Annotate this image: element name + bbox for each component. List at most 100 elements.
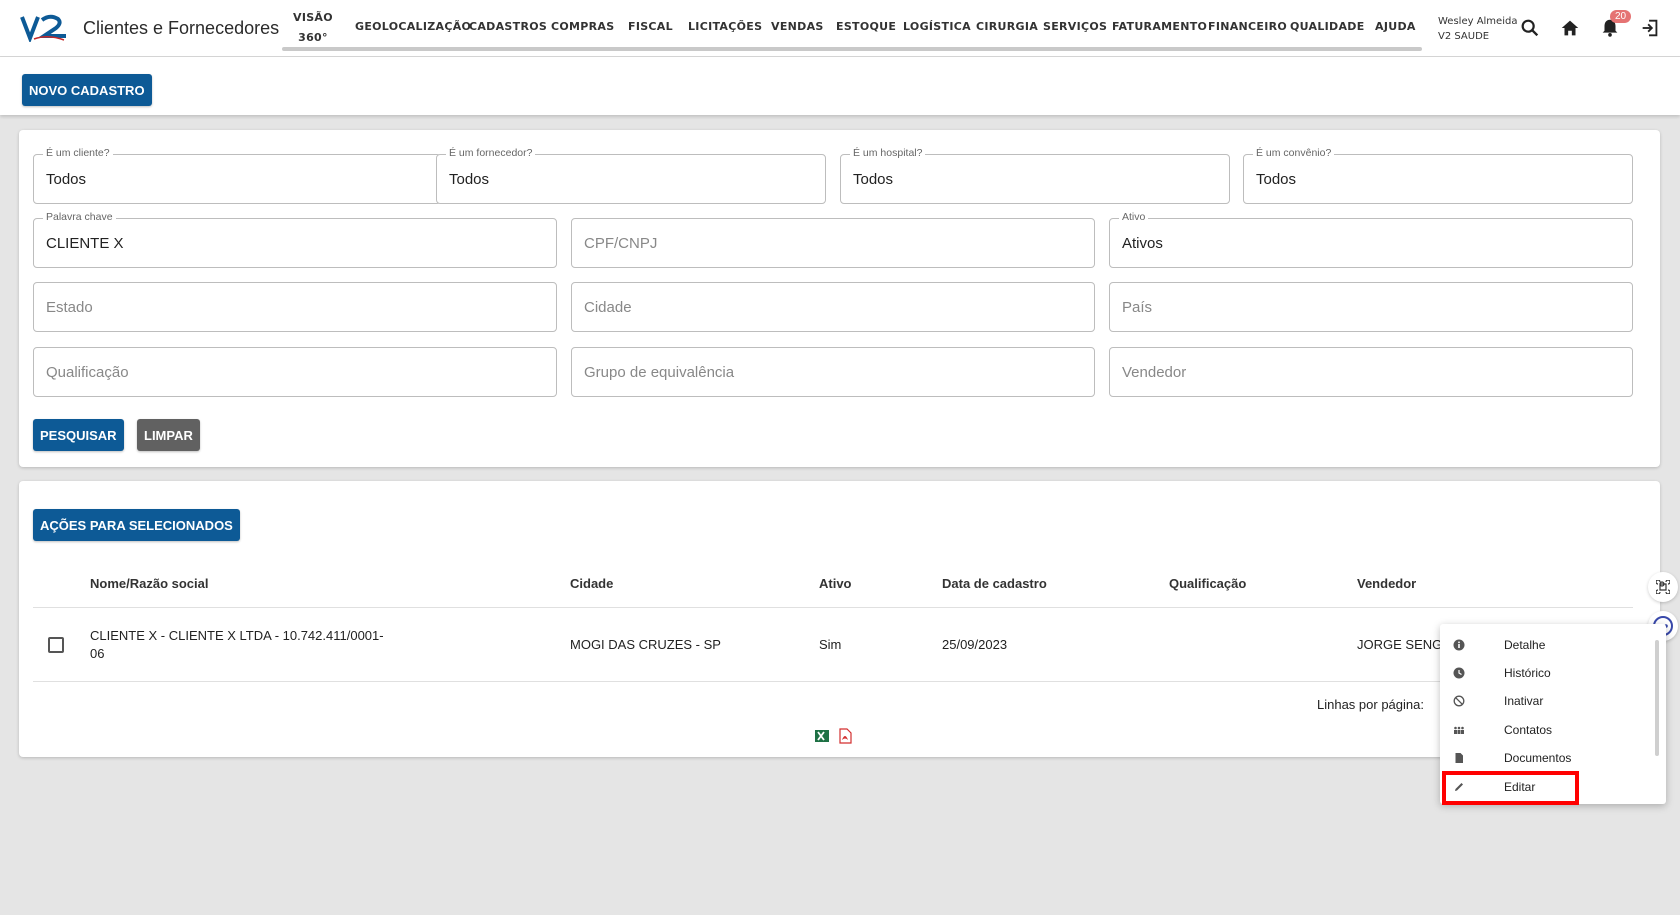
- home-icon[interactable]: [1559, 17, 1581, 39]
- cell-name-line2: 06: [90, 646, 105, 661]
- menu-item-cadastros[interactable]: CADASTROS: [469, 20, 547, 33]
- menu-item-qualidade[interactable]: QUALIDADE: [1290, 20, 1365, 33]
- menu-item-contatos[interactable]: Contatos: [1440, 717, 1650, 743]
- logout-icon[interactable]: [1639, 17, 1661, 39]
- field-placeholder: Grupo de equivalência: [584, 364, 735, 381]
- field-value: Todos: [1256, 171, 1297, 188]
- is-supplier-select[interactable]: É um fornecedor? Todos: [436, 147, 826, 204]
- column-header-city[interactable]: Cidade: [570, 576, 613, 591]
- country-input[interactable]: País: [1109, 282, 1633, 332]
- cpf-cnpj-input[interactable]: CPF/CNPJ: [571, 218, 1095, 268]
- field-value: CLIENTE X: [46, 235, 124, 252]
- menu-item-label: Documentos: [1504, 751, 1572, 765]
- app-title: Clientes e Fornecedores: [83, 18, 280, 38]
- shortcut-button[interactable]: [1648, 572, 1678, 602]
- cell-city: MOGI DAS CRUZES - SP: [570, 637, 721, 652]
- is-hospital-select[interactable]: É um hospital? Todos: [840, 147, 1230, 204]
- city-input[interactable]: Cidade: [571, 282, 1095, 332]
- row-checkbox[interactable]: [48, 637, 64, 653]
- pdf-export-icon[interactable]: [837, 728, 853, 744]
- qualification-input[interactable]: Qualificação: [33, 347, 557, 397]
- menu-item-documentos[interactable]: Documentos: [1440, 745, 1650, 771]
- menu-item-cirurgia[interactable]: CIRURGIA: [976, 20, 1038, 33]
- cell-name-line1: CLIENTE X - CLIENTE X LTDA - 10.742.411/…: [90, 628, 384, 643]
- excel-export-icon[interactable]: [814, 728, 830, 744]
- field-label: É um fornecedor?: [446, 147, 536, 159]
- user-name: Wesley Almeida: [1438, 16, 1518, 27]
- menu-item-inativar[interactable]: Inativar: [1440, 688, 1650, 714]
- menu-item-logistica[interactable]: LOGÍSTICA: [903, 20, 971, 33]
- document-icon: [1455, 753, 1463, 763]
- menu-item-servicos[interactable]: SERVIÇOS: [1043, 20, 1107, 33]
- menu-item-financeiro[interactable]: FINANCEIRO: [1208, 20, 1287, 33]
- menu-item-licitacoes[interactable]: LICITAÇÕES: [688, 20, 762, 33]
- cell-date: 25/09/2023: [942, 637, 1008, 652]
- field-value: Ativos: [1122, 235, 1163, 252]
- field-placeholder: País: [1122, 299, 1153, 316]
- menu-item-label: Histórico: [1504, 666, 1551, 680]
- menu-item-historico[interactable]: Histórico: [1440, 660, 1650, 686]
- clear-button[interactable]: LIMPAR: [137, 419, 200, 451]
- cell-seller: JORGE SENGE: [1357, 637, 1451, 652]
- menu-item-vendas[interactable]: VENDAS: [771, 20, 824, 33]
- column-header-seller[interactable]: Vendedor: [1357, 576, 1416, 591]
- field-placeholder: Cidade: [584, 299, 632, 316]
- rows-per-page-label: Linhas por página:: [1317, 697, 1424, 712]
- notification-badge[interactable]: 20: [1610, 10, 1632, 23]
- field-value: Todos: [449, 171, 490, 188]
- field-label: Ativo: [1119, 211, 1149, 223]
- block-icon: [1453, 695, 1465, 707]
- menu-scrollbar[interactable]: [282, 47, 1422, 51]
- filter-card: É um cliente? Todos É um fornecedor? Tod…: [19, 130, 1660, 467]
- menu-item-estoque[interactable]: ESTOQUE: [836, 20, 896, 33]
- search-button[interactable]: PESQUISAR: [33, 419, 124, 451]
- column-header-qualification[interactable]: Qualificação: [1169, 576, 1246, 591]
- menu-item-visao-360[interactable]: VISÃO 360°: [293, 8, 333, 48]
- context-menu-scrollbar[interactable]: [1655, 640, 1659, 756]
- is-client-select[interactable]: É um cliente? Todos: [33, 147, 441, 204]
- info-icon: [1453, 639, 1465, 651]
- search-icon[interactable]: [1519, 17, 1541, 39]
- results-card: [19, 481, 1660, 757]
- keyword-input[interactable]: Palavra chave CLIENTE X: [33, 211, 557, 268]
- field-placeholder: Estado: [46, 299, 93, 316]
- command-icon: [1656, 580, 1670, 594]
- active-select[interactable]: Ativo Ativos: [1109, 211, 1633, 268]
- seller-input[interactable]: Vendedor: [1109, 347, 1633, 397]
- menu-item-label: Inativar: [1504, 694, 1544, 708]
- user-company: V2 SAUDE: [1438, 31, 1490, 42]
- menu-item-label: Detalhe: [1504, 638, 1546, 652]
- field-value: Todos: [46, 171, 87, 188]
- row-divider: [33, 681, 1633, 682]
- cell-active: Sim: [819, 637, 842, 652]
- edit-highlight-box: [1442, 771, 1579, 805]
- menu-item-fiscal[interactable]: FISCAL: [628, 20, 673, 33]
- field-placeholder: Qualificação: [46, 364, 129, 381]
- field-value: Todos: [853, 171, 894, 188]
- user-info[interactable]: Wesley Almeida V2 SAUDE: [1438, 14, 1517, 44]
- menu-item-geolocalizacao[interactable]: GEOLOCALIZAÇÃO: [355, 20, 471, 33]
- state-input[interactable]: Estado: [33, 282, 557, 332]
- field-placeholder: Vendedor: [1122, 364, 1187, 381]
- clock-icon: [1453, 667, 1465, 679]
- column-header-active[interactable]: Ativo: [819, 576, 852, 591]
- new-record-button[interactable]: NOVO CADASTRO: [22, 74, 152, 106]
- header-divider: [33, 607, 1633, 608]
- field-label: É um hospital?: [850, 147, 926, 159]
- main-menu: VISÃO 360° GEOLOCALIZAÇÃO CADASTROS COMP…: [282, 0, 1422, 50]
- is-insurance-select[interactable]: É um convênio? Todos: [1243, 147, 1633, 204]
- v2-logo[interactable]: [20, 14, 68, 42]
- action-bar: NOVO CADASTRO: [0, 57, 1680, 115]
- column-header-date[interactable]: Data de cadastro: [942, 576, 1047, 591]
- menu-item-faturamento[interactable]: FATURAMENTO: [1112, 20, 1207, 33]
- menu-item-detalhe[interactable]: Detalhe: [1440, 632, 1650, 658]
- menu-item-ajuda[interactable]: AJUDA: [1375, 20, 1416, 33]
- field-placeholder: CPF/CNPJ: [584, 235, 658, 252]
- equivalence-group-input[interactable]: Grupo de equivalência: [571, 347, 1095, 397]
- field-label: É um cliente?: [43, 147, 113, 159]
- menu-item-compras[interactable]: COMPRAS: [551, 20, 614, 33]
- column-header-name[interactable]: Nome/Razão social: [90, 576, 209, 591]
- menu-item-label: Contatos: [1504, 723, 1553, 737]
- bulk-actions-button[interactable]: AÇÕES PARA SELECIONADOS: [33, 509, 240, 541]
- top-bar: Clientes e Fornecedores VISÃO 360° GEOLO…: [0, 0, 1680, 57]
